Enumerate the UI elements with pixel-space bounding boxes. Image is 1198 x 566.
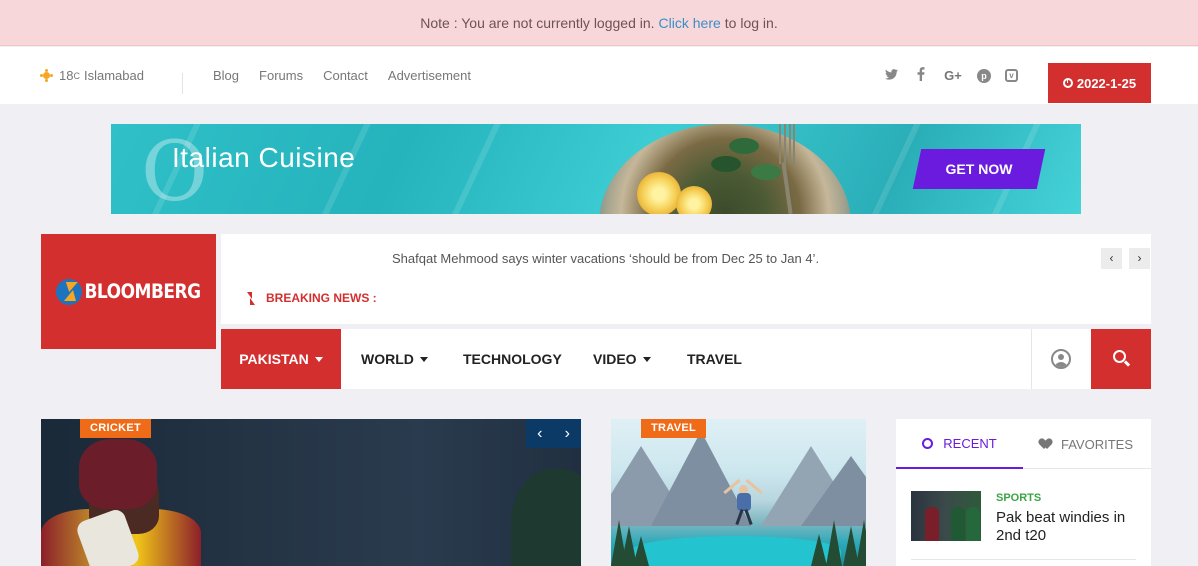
main-nav: PAKISTAN WORLD TECHNOLOGY VIDEO TRAVEL [221,329,1151,389]
nav-label: WORLD [361,351,414,367]
facebook-icon[interactable] [913,67,929,84]
featured-slider[interactable]: CRICKET ‹ › [41,419,581,566]
tab-favorites[interactable]: FAVORITES [1023,419,1150,469]
get-now-button[interactable]: GET NOW [912,149,1046,189]
recent-favorites-widget: RECENT FAVORITES SPORTS Pak beat windies… [896,419,1151,566]
topbar-divider [182,73,183,94]
tab-label: FAVORITES [1061,436,1133,452]
tab-recent[interactable]: RECENT [896,419,1023,469]
topnav-advertisement[interactable]: Advertisement [388,68,471,83]
lemon-slice [676,186,712,214]
caret-down-icon [314,356,323,362]
banner-title: Italian Cuisine [172,142,356,173]
category-tag[interactable]: TRAVEL [641,419,706,438]
fork-image [779,124,795,214]
nav-label: PAKISTAN [239,351,309,367]
slider-prev-button[interactable]: ‹ [537,425,542,443]
clock-icon [922,437,934,449]
category-tag[interactable]: CRICKET [80,419,151,438]
weather-widget: 18 C Islamabad [40,47,144,104]
login-notice-bar: Note : You are not currently logged in. … [0,0,1198,46]
lightning-icon [247,291,255,305]
site-logo[interactable]: BLOOMBERG [41,234,216,349]
brush-streak [441,124,507,214]
fielder-image [511,469,581,566]
nav-world[interactable]: WORLD [361,329,428,389]
breaking-headline[interactable]: Shafqat Mehmood says winter vacations ‘s… [392,251,819,266]
post-category[interactable]: SPORTS [996,492,1041,504]
ad-banner[interactable]: O Italian Cuisine GET NOW [111,124,1081,214]
top-nav: Blog Forums Contact Advertisement [213,47,471,104]
topnav-blog[interactable]: Blog [213,68,239,83]
notice-text: Note : You are not currently logged in. [420,14,655,31]
leaf [751,164,781,180]
widget-tabs: RECENT FAVORITES [896,419,1151,469]
breaking-label-text: BREAKING NEWS : [266,291,377,305]
travel-card[interactable]: TRAVEL [611,419,866,566]
nav-label: TECHNOLOGY [463,351,562,367]
breaking-news-bar: Shafqat Mehmood says winter vacations ‘s… [221,234,1151,324]
nav-travel[interactable]: TRAVEL [687,329,742,389]
social-links: G+ p v [883,47,1018,104]
nav-technology[interactable]: TECHNOLOGY [463,329,562,389]
lemon-slice [637,172,681,214]
weather-unit: C [73,70,80,81]
jumping-person [723,478,763,526]
breaking-label: BREAKING NEWS : [247,291,377,305]
post-divider [911,559,1136,560]
search-button[interactable] [1091,329,1151,389]
logo-text: BLOOMBERG [84,280,201,303]
weather-city: Islamabad [83,68,144,83]
notice-suffix: to log in. [724,14,778,31]
login-link[interactable]: Click here [659,15,721,31]
caret-down-icon [419,356,428,362]
post-title[interactable]: Pak beat windies in 2nd t20 [996,509,1136,545]
slider-next-button[interactable]: › [565,425,570,443]
topnav-contact[interactable]: Contact [323,68,368,83]
date-label: 2022-1-25 [1076,75,1137,91]
heart-icon [1040,439,1051,449]
vimeo-icon[interactable]: v [1005,69,1018,82]
player-helmet [79,439,157,509]
nav-video[interactable]: VIDEO [593,329,651,389]
clock-icon [1062,78,1073,88]
top-bar: 18 C Islamabad Blog Forums Contact Adver… [0,47,1198,104]
slider-nav: ‹ › [526,419,581,448]
tab-label: RECENT [943,435,997,451]
twitter-icon[interactable] [883,68,899,83]
nav-separator [1031,329,1032,389]
ticker-next-button[interactable]: › [1129,248,1150,269]
nav-pakistan[interactable]: PAKISTAN [221,329,341,389]
leaf [729,138,759,154]
nav-label: TRAVEL [687,351,742,367]
nav-label: VIDEO [593,351,637,367]
post-thumbnail[interactable] [911,491,981,541]
caret-down-icon [642,356,651,362]
bolt-logo-icon [56,278,83,305]
leaf [711,156,741,172]
google-plus-icon[interactable]: G+ [943,68,963,83]
get-now-label: GET NOW [945,161,1013,177]
sun-icon [40,69,53,82]
pinterest-icon[interactable]: p [977,68,991,83]
weather-temp: 18 [59,68,74,83]
topnav-forums[interactable]: Forums [259,68,303,83]
ticker-prev-button[interactable]: ‹ [1101,248,1122,269]
search-icon-handle [1123,360,1131,367]
user-icon[interactable] [1051,349,1071,369]
date-button[interactable]: 2022-1-25 [1048,63,1151,103]
